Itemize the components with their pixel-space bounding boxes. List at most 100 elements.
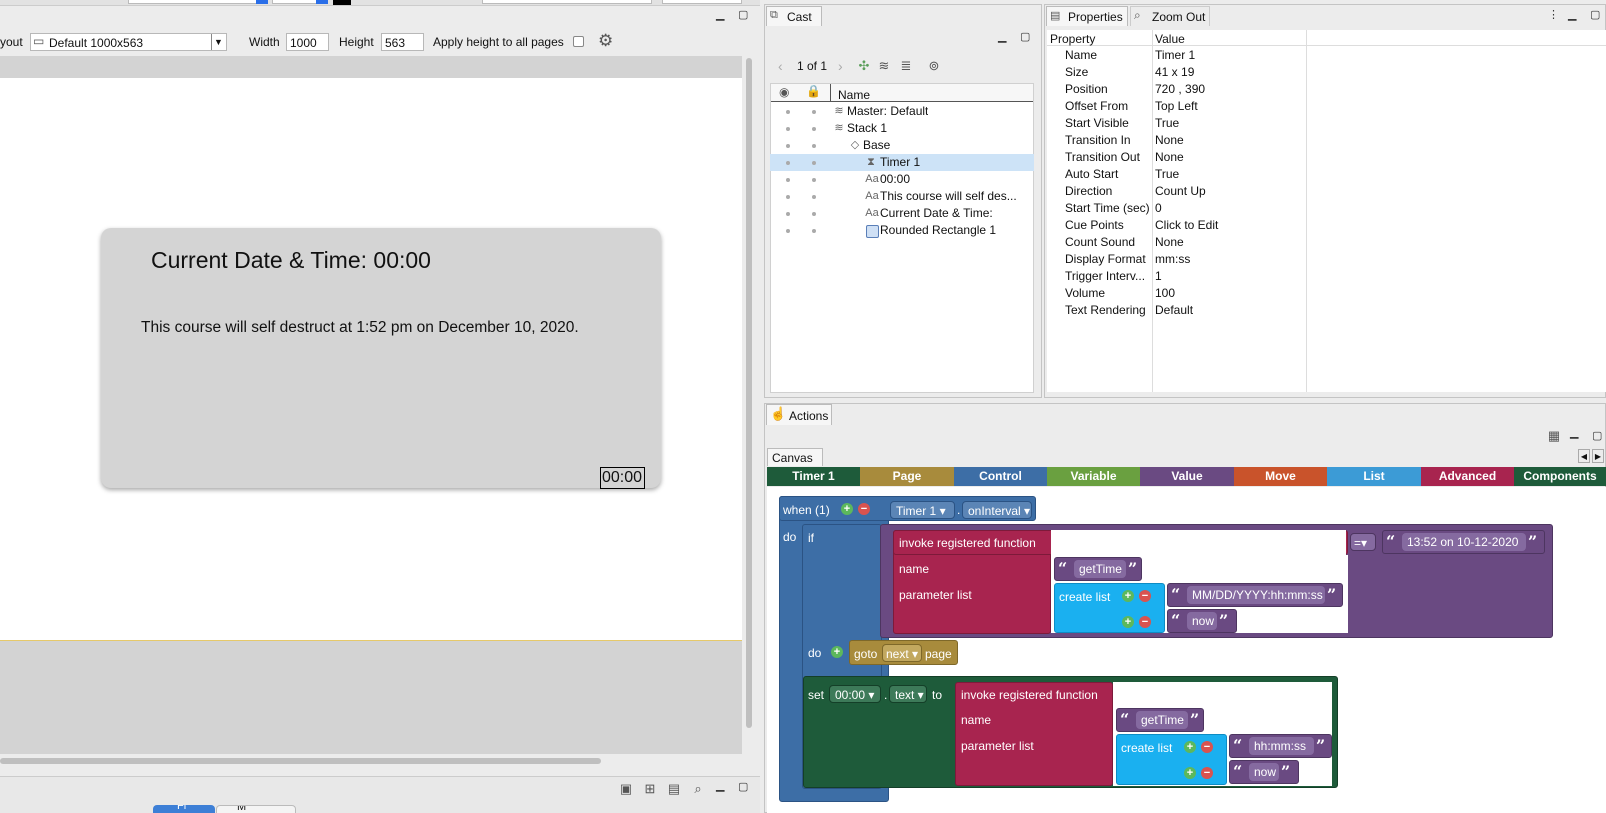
remove-item-icon[interactable]: − — [1139, 616, 1151, 628]
actions-minimize-icon[interactable]: ▁ — [1570, 426, 1578, 439]
visibility-dot[interactable] — [786, 229, 790, 233]
width-input[interactable]: 1000 — [286, 33, 329, 51]
add-else-icon[interactable]: + — [831, 646, 843, 658]
layout-select[interactable]: ▭ Default 1000x563 ▼ — [30, 33, 227, 51]
visibility-dot[interactable] — [786, 212, 790, 216]
maximize-icon[interactable]: ▢ — [738, 8, 748, 21]
property-value[interactable]: Timer 1 — [1155, 47, 1195, 64]
lock-dot[interactable] — [812, 127, 816, 131]
property-row[interactable]: Display Format mm:ss — [1047, 251, 1606, 268]
cast-item-stack[interactable]: ≋ Stack 1 — [770, 120, 1034, 137]
property-value[interactable]: 720 , 390 — [1155, 81, 1205, 98]
frame-icon[interactable]: ▤ — [666, 782, 682, 796]
equals-dropdown[interactable]: =▾ — [1350, 533, 1376, 551]
property-row[interactable]: Transition In None — [1047, 132, 1606, 149]
minimize-icon[interactable]: ▁ — [716, 8, 724, 21]
bottom-minimize-icon[interactable]: ▁ — [716, 779, 724, 792]
gettime-value-1[interactable]: getTime — [1074, 560, 1126, 578]
visibility-dot[interactable] — [786, 110, 790, 114]
gear-icon[interactable]: ⚙ — [598, 31, 613, 51]
property-row[interactable]: Name Timer 1 — [1047, 47, 1606, 64]
category-move[interactable]: Move — [1234, 467, 1327, 486]
property-value[interactable]: Default — [1155, 302, 1193, 319]
category-advanced[interactable]: Advanced — [1421, 467, 1514, 486]
remove-item-icon[interactable]: − — [1201, 767, 1213, 779]
property-row[interactable]: Size 41 x 19 — [1047, 64, 1606, 81]
gettime-value-2[interactable]: getTime — [1136, 711, 1188, 729]
properties-maximize-icon[interactable]: ▢ — [1590, 8, 1600, 21]
bottom-tab-master[interactable]: M — [216, 805, 296, 813]
top-field-c[interactable] — [482, 0, 652, 4]
tab-right-arrow[interactable]: ▶ — [1592, 449, 1604, 463]
actions-tab[interactable]: ☝ Actions — [766, 404, 832, 425]
property-row[interactable]: Count Sound None — [1047, 234, 1606, 251]
cast-item-timer[interactable]: ⧗ Timer 1 — [770, 154, 1034, 171]
now-value-1[interactable]: now — [1187, 612, 1217, 630]
property-row[interactable]: Start Time (sec) 0 — [1047, 200, 1606, 217]
stage-heading[interactable]: Current Date & Time: 00:00 — [151, 247, 431, 274]
property-value[interactable]: True — [1155, 115, 1179, 132]
visibility-dot[interactable] — [786, 161, 790, 165]
prop-dropdown[interactable]: text ▾ — [889, 685, 927, 703]
property-value[interactable]: 41 x 19 — [1155, 64, 1194, 81]
category-page[interactable]: Page — [860, 467, 954, 486]
visibility-dot[interactable] — [786, 127, 790, 131]
property-value[interactable]: mm:ss — [1155, 251, 1190, 268]
properties-menu-icon[interactable]: ⋮ — [1548, 8, 1559, 21]
properties-tab[interactable]: ▤ Properties — [1046, 6, 1128, 26]
lock-dot[interactable] — [812, 144, 816, 148]
add-layer-icon[interactable]: ≣ — [898, 59, 914, 73]
top-field-a-btn[interactable] — [256, 0, 268, 4]
property-row[interactable]: Auto Start True — [1047, 166, 1606, 183]
lock-dot[interactable] — [812, 161, 816, 165]
property-row[interactable]: Position 720 , 390 — [1047, 81, 1606, 98]
apply-height-checkbox[interactable] — [573, 36, 584, 47]
add-icon[interactable]: + — [841, 503, 853, 515]
palette-icon[interactable]: ▦ — [1546, 429, 1562, 443]
lock-dot[interactable] — [812, 212, 816, 216]
tree-icon[interactable]: ⊞ — [642, 782, 658, 796]
property-value[interactable]: 1 — [1155, 268, 1162, 285]
property-row[interactable]: Trigger Interv... 1 — [1047, 268, 1606, 285]
compare-string-value[interactable]: 13:52 on 10-12-2020 — [1402, 533, 1526, 551]
visibility-dot[interactable] — [786, 178, 790, 182]
height-input[interactable]: 563 — [381, 33, 424, 51]
property-value[interactable]: Click to Edit — [1155, 217, 1218, 234]
visibility-dot[interactable] — [786, 195, 790, 199]
property-value[interactable]: 100 — [1155, 285, 1175, 302]
property-value[interactable]: None — [1155, 234, 1184, 251]
cast-tab[interactable]: ⧉ Cast — [766, 6, 822, 26]
property-row[interactable]: Text Rendering Default — [1047, 302, 1606, 319]
lock-dot[interactable] — [812, 178, 816, 182]
property-row[interactable]: Transition Out None — [1047, 149, 1606, 166]
top-field-a[interactable] — [128, 0, 268, 4]
cast-item-rectangle[interactable]: Rounded Rectangle 1 — [770, 222, 1034, 239]
bottom-maximize-icon[interactable]: ▢ — [738, 780, 748, 793]
add-item-icon[interactable]: + — [1184, 741, 1196, 753]
property-value[interactable]: True — [1155, 166, 1179, 183]
cast-item-text-message[interactable]: Aa This course will self des... — [770, 188, 1034, 205]
remove-item-icon[interactable]: − — [1201, 741, 1213, 753]
add-item-icon[interactable]: + — [1122, 616, 1134, 628]
category-list[interactable]: List — [1327, 467, 1421, 486]
target-dropdown[interactable]: 00:00 ▾ — [829, 685, 881, 703]
category-timer[interactable]: Timer 1 — [767, 467, 860, 486]
properties-minimize-icon[interactable]: ▁ — [1568, 8, 1576, 21]
add-item-icon[interactable]: + — [1184, 767, 1196, 779]
add-page-icon[interactable]: ✣ — [856, 59, 872, 73]
next-page-icon[interactable]: › — [838, 58, 843, 74]
next-dropdown[interactable]: next ▾ — [882, 644, 922, 662]
chevron-down-icon[interactable]: ▼ — [211, 34, 225, 50]
add-item-icon[interactable]: + — [1122, 590, 1134, 602]
actions-maximize-icon[interactable]: ▢ — [1592, 429, 1602, 442]
property-row[interactable]: Offset From Top Left — [1047, 98, 1606, 115]
remove-icon[interactable]: − — [858, 503, 870, 515]
cast-minimize-icon[interactable]: ▁ — [998, 30, 1006, 43]
cast-item-base[interactable]: ◇ Base — [770, 137, 1034, 154]
visibility-dot[interactable] — [786, 144, 790, 148]
property-row[interactable]: Volume 100 — [1047, 285, 1606, 302]
category-variable[interactable]: Variable — [1047, 467, 1140, 486]
lock-dot[interactable] — [812, 229, 816, 233]
cast-item-text-heading[interactable]: Aa Current Date & Time: — [770, 205, 1034, 222]
category-control[interactable]: Control — [954, 467, 1047, 486]
